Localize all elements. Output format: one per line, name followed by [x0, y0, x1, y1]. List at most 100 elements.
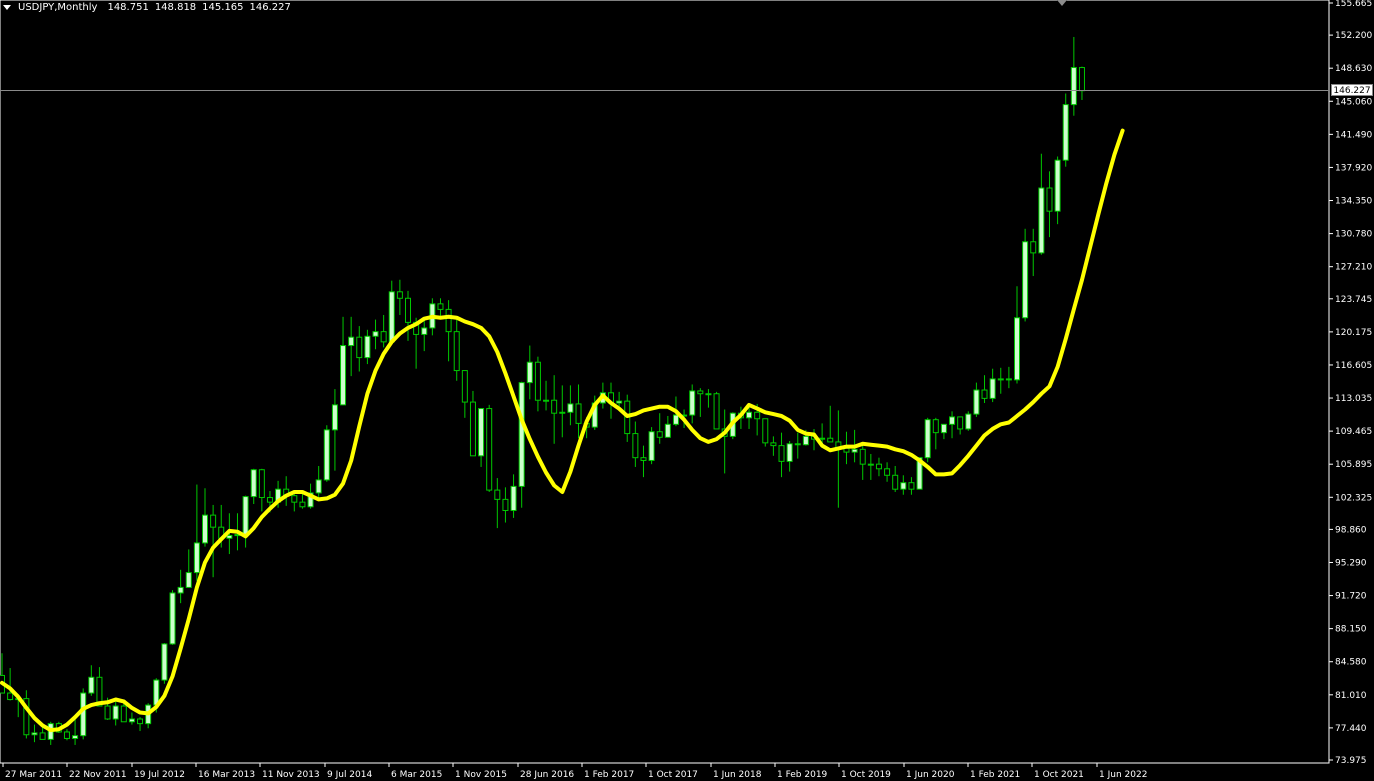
bull-candle-body	[226, 535, 233, 539]
bull-candle-body	[997, 378, 1004, 381]
bull-candle-body	[940, 423, 947, 434]
bull-candle-body	[867, 463, 874, 466]
time-tick-label: 1 Feb 2021	[970, 770, 1020, 780]
bull-candle-body	[689, 390, 696, 416]
price-tick-label: 148.630	[1335, 64, 1372, 74]
open-value: 148.751	[107, 2, 149, 13]
bear-candle-body	[469, 401, 476, 457]
bull-candle-body	[1014, 317, 1020, 381]
time-axis: 27 Mar 2011 22 Nov 2011 19 Jul 2012 16 Mar …	[2, 763, 1147, 780]
bear-candle-body	[405, 297, 411, 323]
price-tick-label: 145.060	[1335, 97, 1372, 107]
bear-candle-body	[396, 291, 403, 299]
bull-candle-body	[372, 331, 379, 337]
bear-candle-body	[39, 732, 46, 740]
price-axis: 155.665 152.200 148.630 145.060 141.490 137.9…	[1329, 0, 1372, 766]
time-tick-label: 1 Feb 2019	[777, 770, 828, 780]
bull-candle-body	[72, 735, 79, 739]
bull-candle-body	[1070, 67, 1077, 106]
price-tick-label: 116.605	[1335, 361, 1372, 371]
bear-candle-body	[656, 431, 663, 438]
bull-candle-body	[242, 496, 249, 536]
time-tick-label: 11 Nov 2013	[262, 770, 320, 780]
bull-candle-body	[315, 479, 322, 494]
bear-candle-body	[794, 443, 801, 446]
bull-candle-body	[31, 732, 38, 736]
bear-candle-body	[445, 308, 452, 333]
bull-candle-body	[786, 443, 793, 462]
time-tick-label: 16 Mar 2013	[198, 770, 255, 780]
time-tick-label: 9 Jul 2014	[327, 770, 372, 780]
bear-candle-body	[575, 403, 582, 424]
bull-candle-body	[648, 431, 655, 461]
bull-candle-body	[202, 514, 208, 544]
bear-candle-body	[713, 393, 720, 430]
bull-candle-body	[250, 469, 257, 498]
price-tick-label: 134.350	[1335, 197, 1372, 207]
bear-candle-body	[632, 433, 639, 459]
bear-candle-body	[1046, 187, 1053, 212]
bull-candle-body	[989, 378, 996, 399]
bear-candle-body	[7, 692, 14, 701]
bull-candle-body	[664, 423, 671, 438]
price-tick-label: 123.745	[1335, 295, 1372, 305]
bull-candle-body	[80, 692, 87, 737]
bear-candle-body	[875, 463, 882, 470]
low-value: 145.165	[202, 2, 244, 13]
bull-candle-body	[1022, 241, 1029, 319]
bull-candle-body	[478, 408, 485, 457]
bear-candle-body	[932, 419, 939, 434]
price-tick-label: 152.200	[1335, 31, 1372, 41]
time-tick-label: 28 Jun 2016	[520, 770, 574, 780]
bull-candle-body	[819, 437, 826, 440]
bear-candle-body	[494, 489, 501, 500]
close-value: 146.227	[249, 2, 291, 13]
bear-candle-body	[908, 482, 915, 490]
bear-candle-body	[63, 731, 70, 739]
price-tick-label: 73.975	[1335, 756, 1367, 766]
bear-candle-body	[266, 497, 273, 503]
time-tick-label: 1 Jun 2020	[906, 770, 955, 780]
bear-candle-body	[380, 331, 387, 343]
bear-candle-body	[697, 390, 704, 395]
bear-candle-body	[892, 474, 899, 490]
time-tick-label: 6 Mar 2015	[391, 770, 442, 780]
high-value: 148.818	[154, 2, 197, 13]
price-tick-label: 155.665	[1335, 0, 1372, 9]
bull-candle-body	[1038, 187, 1045, 254]
dropdown-triangle-icon[interactable]	[3, 5, 11, 10]
time-tick-label: 1 Oct 2017	[648, 770, 698, 780]
bull-candle-body	[348, 336, 355, 347]
bull-candle-body	[924, 419, 931, 459]
bear-candle-body	[551, 399, 558, 414]
price-tick-label: 77.440	[1335, 724, 1367, 734]
bull-candle-body	[949, 416, 956, 425]
bull-candle-body	[88, 676, 95, 694]
bull-candle-body	[526, 361, 533, 384]
price-tick-label: 81.010	[1335, 691, 1367, 701]
bear-candle-body	[754, 411, 761, 420]
bear-candle-body	[258, 469, 265, 499]
bull-candle-body	[177, 586, 184, 594]
bull-candle-body	[543, 399, 550, 402]
bear-candle-body	[120, 705, 127, 723]
bull-candle-body	[1062, 104, 1069, 161]
bull-candle-body	[705, 393, 712, 396]
bear-candle-body	[104, 705, 111, 720]
bear-candle-body	[299, 501, 306, 508]
bear-candle-body	[770, 442, 777, 447]
bear-candle-body	[137, 718, 144, 725]
bear-candle-body	[453, 331, 460, 372]
time-tick-label: 1 Jun 2018	[713, 770, 762, 780]
price-chart[interactable]: 155.665 152.200 148.630 145.060 141.490 137.9…	[0, 0, 1374, 781]
bull-candle-body	[112, 705, 119, 720]
price-tick-label: 88.150	[1335, 625, 1367, 635]
chart-window[interactable]: 155.665 152.200 148.630 145.060 141.490 137.9…	[0, 0, 1374, 781]
bear-candle-body	[762, 418, 769, 444]
time-tick-label: 1 Nov 2015	[455, 770, 507, 780]
bear-candle-body	[884, 468, 891, 476]
bear-candle-body	[778, 445, 785, 462]
time-tick-label: 1 Feb 2017	[584, 770, 634, 780]
time-tick-label: 19 Jul 2012	[134, 770, 185, 780]
price-tick-label: 91.720	[1335, 592, 1367, 602]
